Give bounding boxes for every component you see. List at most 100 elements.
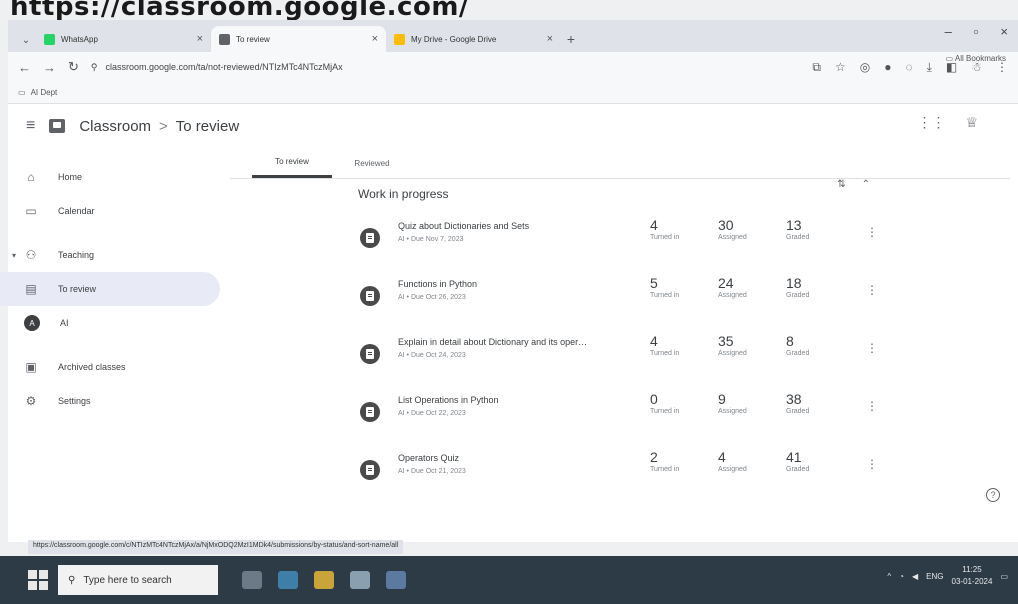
assignment-due: AI • Due Oct 21, 2023	[398, 468, 466, 475]
stat-value: 35	[718, 333, 734, 349]
review-tabs: To review Reviewed	[230, 145, 1010, 179]
assignment-row[interactable]: Explain in detail about Dictionary and i…	[230, 325, 1010, 383]
assignment-icon	[360, 344, 380, 364]
graded-stat[interactable]: 13 Graded	[786, 217, 846, 241]
graded-stat[interactable]: 18 Graded	[786, 275, 846, 299]
sidebar-item-to-review[interactable]: ▤ To review	[0, 272, 220, 306]
extension-icon[interactable]: ◎	[860, 60, 870, 75]
turned-in-stat[interactable]: 2 Turned in	[650, 449, 710, 473]
forward-icon[interactable]: →	[43, 60, 56, 75]
bookmark-folder[interactable]: AI Dept	[31, 88, 58, 97]
sidebar-item-label: Home	[58, 172, 83, 182]
all-bookmarks[interactable]: ▭ All Bookmarks	[946, 54, 1006, 63]
close-icon[interactable]: ×	[547, 33, 553, 45]
apps-grid-icon[interactable]: ⋮⋮	[917, 114, 945, 131]
assignment-title[interactable]: Quiz about Dictionaries and Sets	[398, 221, 638, 231]
assigned-stat[interactable]: 24 Assigned	[718, 275, 778, 299]
section-controls: ⇅ ⌃	[837, 179, 870, 190]
sidebar-item-calendar[interactable]: ▭ Calendar	[0, 194, 230, 228]
graded-stat[interactable]: 41 Graded	[786, 449, 846, 473]
more-options-icon[interactable]: ⋮	[866, 457, 878, 471]
language-indicator[interactable]: ENG	[926, 572, 943, 581]
classroom-logo[interactable]	[49, 119, 66, 133]
store-icon[interactable]	[386, 571, 406, 589]
assignment-icon	[360, 402, 380, 422]
new-tab-button[interactable]: +	[561, 26, 581, 52]
graded-stat[interactable]: 38 Graded	[786, 391, 846, 415]
maximize-icon[interactable]: ▫	[974, 24, 979, 39]
site-info-icon[interactable]: ⚲	[91, 62, 98, 73]
tab-reviewed[interactable]: Reviewed	[332, 148, 412, 178]
taskbar-search[interactable]: ⚲ Type here to search	[58, 565, 218, 595]
assignment-row[interactable]: Quiz about Dictionaries and Sets AI • Du…	[230, 209, 1010, 267]
close-window-icon[interactable]: ×	[1000, 24, 1008, 39]
tab-title: To review	[236, 34, 270, 44]
assignment-row[interactable]: Functions in Python AI • Due Oct 26, 202…	[230, 267, 1010, 325]
minimize-icon[interactable]: –	[945, 24, 952, 39]
turned-in-stat[interactable]: 0 Turned in	[650, 391, 710, 415]
more-options-icon[interactable]: ⋮	[866, 341, 878, 355]
stat-value: 9	[718, 391, 726, 407]
sidebar-item-home[interactable]: ⌂ Home	[0, 160, 230, 194]
edge-icon[interactable]	[278, 571, 298, 589]
main-menu-icon[interactable]: ≡	[26, 117, 35, 135]
app-title[interactable]: Classroom	[79, 118, 151, 135]
extension-icon[interactable]: ●	[884, 60, 891, 75]
sidebar-item-archived[interactable]: ▣ Archived classes	[0, 350, 230, 384]
assignment-title[interactable]: List Operations in Python	[398, 395, 638, 405]
stat-label: Graded	[786, 466, 810, 473]
file-explorer-icon[interactable]	[314, 571, 334, 589]
more-options-icon[interactable]: ⋮	[866, 399, 878, 413]
close-icon[interactable]: ×	[197, 33, 203, 45]
tab-to-review[interactable]: To review ×	[211, 26, 386, 52]
wifi-icon[interactable]: ◔	[899, 572, 904, 581]
sort-icon[interactable]: ⇅	[837, 179, 845, 190]
turned-in-stat[interactable]: 4 Turned in	[650, 333, 710, 357]
sidebar-item-teaching[interactable]: ▾ ⚇ Teaching	[0, 238, 230, 272]
notification-icon[interactable]: ▭	[1000, 572, 1008, 581]
stat-value: 41	[786, 449, 802, 465]
assigned-stat[interactable]: 4 Assigned	[718, 449, 778, 473]
tab-to-review[interactable]: To review	[252, 148, 332, 178]
download-icon[interactable]: ⤓	[927, 60, 932, 75]
stat-label: Turned in	[650, 292, 680, 299]
account-icon[interactable]: ♕	[965, 114, 978, 131]
assignment-row[interactable]: Operators Quiz AI • Due Oct 21, 2023 2 Tu…	[230, 441, 1010, 499]
assignment-row[interactable]: List Operations in Python AI • Due Oct 2…	[230, 383, 1010, 441]
star-icon[interactable]: ☆	[835, 60, 846, 75]
sidebar-item-class-ai[interactable]: A AI	[0, 306, 230, 340]
reload-icon[interactable]: ↻	[68, 59, 79, 75]
address-bar[interactable]: ⚲ classroom.google.com/ta/not-reviewed/N…	[91, 62, 800, 73]
tab-whatsapp[interactable]: WhatsApp ×	[36, 26, 211, 52]
cast-icon[interactable]: ⧉	[812, 60, 821, 75]
tab-my-drive[interactable]: My Drive - Google Drive ×	[386, 26, 561, 52]
assignment-title[interactable]: Functions in Python	[398, 279, 638, 289]
assigned-stat[interactable]: 9 Assigned	[718, 391, 778, 415]
expand-icon[interactable]: ▾	[12, 251, 16, 260]
turned-in-stat[interactable]: 5 Turned in	[650, 275, 710, 299]
sidebar-item-settings[interactable]: ⚙ Settings	[0, 384, 230, 418]
assignment-title[interactable]: Explain in detail about Dictionary and i…	[398, 337, 638, 347]
more-options-icon[interactable]: ⋮	[866, 283, 878, 297]
help-icon[interactable]: ?	[986, 488, 1000, 502]
more-options-icon[interactable]: ⋮	[866, 225, 878, 239]
graded-stat[interactable]: 8 Graded	[786, 333, 846, 357]
assigned-stat[interactable]: 30 Assigned	[718, 217, 778, 241]
windows-start-icon[interactable]	[28, 570, 48, 590]
volume-icon[interactable]: ◀	[912, 572, 918, 581]
assigned-stat[interactable]: 35 Assigned	[718, 333, 778, 357]
collapse-icon[interactable]: ⌃	[862, 179, 870, 190]
sidebar-item-label: Archived classes	[58, 362, 126, 372]
chrome-icon[interactable]	[350, 571, 370, 589]
taskbar-apps	[242, 571, 406, 589]
tray-chevron-icon[interactable]: ^	[887, 572, 891, 581]
stat-label: Assigned	[718, 408, 747, 415]
widget-icon[interactable]	[242, 571, 262, 589]
close-icon[interactable]: ×	[372, 33, 378, 45]
turned-in-stat[interactable]: 4 Turned in	[650, 217, 710, 241]
history-icon[interactable]: ◌	[905, 60, 912, 75]
assignment-title[interactable]: Operators Quiz	[398, 453, 638, 463]
back-icon[interactable]: ←	[18, 60, 31, 75]
tab-search-icon[interactable]: ⌄	[16, 28, 36, 52]
clock[interactable]: 11:25 03-01-2024	[952, 564, 993, 588]
